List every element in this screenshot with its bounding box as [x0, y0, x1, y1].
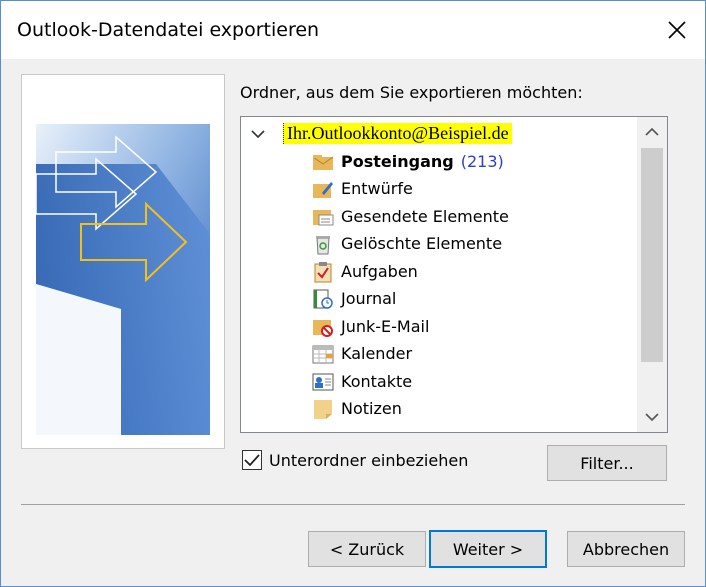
unread-count: (213)	[460, 152, 504, 171]
tree-scrollbar[interactable]	[637, 117, 667, 432]
chevron-up-icon	[645, 127, 659, 136]
tree-item-label: Entwürfe	[341, 179, 413, 198]
chevron-down-icon	[645, 413, 659, 422]
back-button[interactable]: < Zurück	[308, 531, 426, 567]
wizard-illustration	[21, 74, 225, 449]
close-button[interactable]	[649, 1, 705, 59]
inbox-icon	[309, 148, 337, 175]
include-subfolders[interactable]: Unterordner einbeziehen	[242, 450, 468, 470]
tree-item-journal[interactable]: Journal	[241, 285, 637, 312]
tree-item-label: Notizen	[341, 399, 402, 418]
chevron-down-icon[interactable]	[247, 124, 269, 144]
drafts-icon	[309, 175, 337, 202]
contacts-icon	[309, 368, 337, 395]
junk-mail-icon	[309, 313, 337, 340]
tree-item-label: Kalender	[341, 344, 413, 363]
folder-prompt: Ordner, aus dem Sie exportieren möchten:	[240, 83, 583, 102]
tree-item-inbox[interactable]: Posteingang (213)	[241, 148, 637, 175]
dialog-title: Outlook-Datendatei exportieren	[17, 19, 320, 41]
tree-item-label: Aufgaben	[341, 262, 418, 281]
export-dialog: Outlook-Datendatei exportieren Ordner, a…	[0, 0, 706, 587]
calendar-icon	[309, 340, 337, 367]
filter-button[interactable]: Filter...	[547, 445, 667, 481]
tree-account-row[interactable]: Ihr.Outlookkonto@Beispiel.de	[247, 120, 512, 147]
tree-item-junk[interactable]: Junk-E-Mail	[241, 313, 637, 340]
cancel-button[interactable]: Abbrechen	[567, 531, 685, 567]
title-bar: Outlook-Datendatei exportieren	[1, 1, 705, 59]
scroll-down-button[interactable]	[637, 402, 667, 432]
sent-items-icon	[309, 203, 337, 230]
tree-item-label: Posteingang	[341, 152, 454, 171]
tree-item-sent[interactable]: Gesendete Elemente	[241, 203, 637, 230]
tree-item-tasks[interactable]: Aufgaben	[241, 258, 637, 285]
tree-item-label: Kontakte	[341, 372, 413, 391]
close-icon	[668, 21, 686, 39]
next-button[interactable]: Weiter >	[429, 530, 547, 568]
tree-item-label: Junk-E-Mail	[341, 317, 430, 336]
folder-tree[interactable]: Ihr.Outlookkonto@Beispiel.de Posteingang…	[240, 116, 668, 433]
tree-item-label: Gelöschte Elemente	[341, 234, 503, 253]
notes-icon	[309, 395, 337, 422]
scroll-up-button[interactable]	[637, 117, 667, 147]
divider	[21, 504, 685, 505]
tree-item-calendar[interactable]: Kalender	[241, 340, 637, 367]
journal-icon	[309, 285, 337, 312]
tree-item-drafts[interactable]: Entwürfe	[241, 175, 637, 202]
account-label: Ihr.Outlookkonto@Beispiel.de	[283, 123, 512, 144]
tree-item-label: Journal	[341, 289, 397, 308]
tree-item-contacts[interactable]: Kontakte	[241, 368, 637, 395]
deleted-items-icon	[309, 230, 337, 257]
tree-item-notes[interactable]: Notizen	[241, 395, 637, 422]
tree-item-deleted[interactable]: Gelöschte Elemente	[241, 230, 637, 257]
scrollbar-thumb[interactable]	[641, 148, 663, 362]
tasks-icon	[309, 258, 337, 285]
checkmark-icon	[244, 454, 260, 467]
include-subfolders-checkbox[interactable]	[242, 450, 262, 470]
include-subfolders-label: Unterordner einbeziehen	[269, 450, 469, 470]
tree-item-label: Gesendete Elemente	[341, 207, 509, 226]
export-arrows-illustration	[36, 124, 210, 435]
